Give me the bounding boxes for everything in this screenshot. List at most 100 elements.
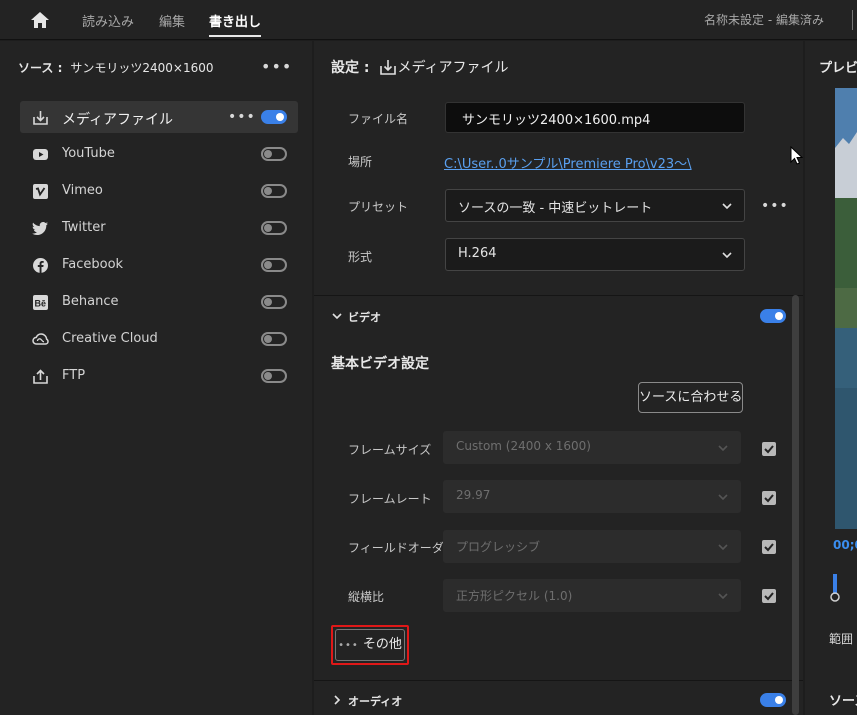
filename-input[interactable]: サンモリッツ2400×1600.mp4 bbox=[445, 102, 745, 133]
settings-header: 設定 : メディアファイル bbox=[331, 57, 509, 77]
preview-source-label: ソース bbox=[829, 694, 857, 709]
document-title: 名称未設定 - 編集済み bbox=[704, 13, 824, 27]
match-source-button[interactable]: ソースに合わせる bbox=[638, 382, 743, 413]
check-icon bbox=[764, 494, 774, 503]
toggle-youtube[interactable] bbox=[261, 147, 287, 161]
toggle-twitter[interactable] bbox=[261, 221, 287, 235]
chevron-down-icon bbox=[718, 445, 728, 452]
destination-behance[interactable]: Bē Behance bbox=[20, 286, 298, 318]
upload-icon bbox=[33, 369, 48, 384]
preview-timecode: 00;0 bbox=[833, 538, 857, 552]
check-icon bbox=[764, 445, 774, 454]
playhead-icon[interactable] bbox=[829, 574, 841, 604]
settings-panel: 設定 : メディアファイル ファイル名 サンモリッツ2400×1600.mp4 場… bbox=[314, 41, 803, 715]
toggle-vimeo[interactable] bbox=[261, 184, 287, 198]
field-order-value: プログレッシブ bbox=[456, 540, 541, 554]
download-icon bbox=[33, 111, 48, 125]
chevron-down-icon[interactable] bbox=[332, 311, 342, 321]
preset-value: ソースの一致 - 中速ビットレート bbox=[458, 201, 653, 216]
section-divider bbox=[314, 295, 803, 296]
filename-label: ファイル名 bbox=[348, 112, 409, 126]
ellipsis-icon: ••• bbox=[338, 640, 359, 651]
toggle-creative-cloud[interactable] bbox=[261, 332, 287, 346]
top-bar: 読み込み 編集 書き出し 名称未設定 - 編集済み bbox=[0, 0, 857, 40]
video-section-title[interactable]: ビデオ bbox=[348, 309, 381, 325]
more-settings-label: その他 bbox=[362, 637, 402, 652]
toggle-video[interactable] bbox=[760, 309, 786, 323]
destinations-panel: ソース : サンモリッツ2400×1600 ••• メディアファイル ••• Yo… bbox=[0, 41, 312, 715]
toggle-ftp[interactable] bbox=[261, 369, 287, 383]
source-name: サンモリッツ2400×1600 bbox=[70, 61, 214, 75]
preset-select[interactable]: ソースの一致 - 中速ビットレート bbox=[445, 189, 745, 222]
toggle-facebook[interactable] bbox=[261, 258, 287, 272]
destination-creative-cloud[interactable]: Creative Cloud bbox=[20, 323, 298, 355]
tab-import[interactable]: 読み込み bbox=[82, 11, 134, 37]
source-header: ソース : サンモリッツ2400×1600 bbox=[18, 59, 214, 76]
tab-edit[interactable]: 編集 bbox=[159, 11, 185, 37]
check-icon bbox=[764, 592, 774, 601]
facebook-icon bbox=[33, 258, 48, 273]
chevron-right-icon[interactable] bbox=[332, 695, 342, 705]
more-settings-button[interactable]: ••• その他 bbox=[335, 629, 405, 661]
preset-label: プリセット bbox=[348, 200, 409, 214]
aspect-ratio-value: 正方形ピクセル (1.0) bbox=[456, 589, 573, 603]
twitter-icon bbox=[32, 222, 48, 235]
frame-size-value: Custom (2400 x 1600) bbox=[456, 439, 591, 453]
frame-rate-value: 29.97 bbox=[456, 488, 491, 502]
destination-label: FTP bbox=[62, 368, 86, 383]
chevron-down-icon bbox=[718, 593, 728, 600]
destination-ftp[interactable]: FTP bbox=[20, 360, 298, 392]
frame-rate-label: フレームレート bbox=[348, 492, 432, 506]
preview-title: プレビュ bbox=[819, 61, 857, 76]
destination-more-icon[interactable]: ••• bbox=[228, 110, 256, 124]
destination-twitter[interactable]: Twitter bbox=[20, 212, 298, 244]
source-more-icon[interactable]: ••• bbox=[261, 59, 292, 75]
aspect-ratio-label: 縦横比 bbox=[348, 590, 385, 604]
tab-export[interactable]: 書き出し bbox=[209, 11, 262, 37]
destination-label: Creative Cloud bbox=[62, 331, 158, 346]
toggle-audio[interactable] bbox=[760, 693, 786, 707]
audio-section-title[interactable]: オーディオ bbox=[348, 693, 402, 709]
destination-vimeo[interactable]: Vimeo bbox=[20, 175, 298, 207]
chevron-down-icon bbox=[722, 203, 732, 210]
check-icon bbox=[764, 543, 774, 552]
aspect-ratio-select: 正方形ピクセル (1.0) bbox=[443, 579, 741, 612]
destination-label: Behance bbox=[62, 294, 119, 309]
aspect-ratio-checkbox[interactable] bbox=[762, 589, 776, 603]
format-label: 形式 bbox=[348, 250, 373, 264]
destination-facebook[interactable]: Facebook bbox=[20, 249, 298, 281]
destination-label: Facebook bbox=[62, 257, 124, 272]
creative-cloud-icon bbox=[32, 333, 49, 345]
svg-text:Bē: Bē bbox=[35, 299, 47, 309]
destination-media-file[interactable]: メディアファイル ••• bbox=[20, 101, 298, 133]
frame-size-checkbox[interactable] bbox=[762, 442, 776, 456]
frame-size-label: フレームサイズ bbox=[348, 443, 432, 457]
settings-scrollbar[interactable] bbox=[792, 295, 799, 715]
format-select[interactable]: H.264 bbox=[445, 238, 745, 271]
frame-size-select: Custom (2400 x 1600) bbox=[443, 431, 741, 464]
section-divider bbox=[314, 680, 803, 681]
frame-rate-checkbox[interactable] bbox=[762, 491, 776, 505]
chevron-down-icon bbox=[722, 252, 732, 259]
preset-more-icon[interactable]: ••• bbox=[761, 199, 789, 213]
settings-target: メディアファイル bbox=[397, 60, 509, 76]
frame-rate-select: 29.97 bbox=[443, 480, 741, 513]
field-order-label: フィールドオーダー bbox=[348, 541, 456, 555]
toggle-behance[interactable] bbox=[261, 295, 287, 309]
toggle-media-file[interactable] bbox=[261, 110, 287, 124]
youtube-icon bbox=[33, 149, 48, 160]
vimeo-icon bbox=[33, 184, 48, 199]
field-order-checkbox[interactable] bbox=[762, 540, 776, 554]
destination-youtube[interactable]: YouTube bbox=[20, 138, 298, 170]
mouse-cursor-icon bbox=[790, 146, 804, 165]
destination-label: Vimeo bbox=[62, 183, 103, 198]
location-link[interactable]: C:\User..0サンプル\Premiere Pro\v23～\ bbox=[444, 153, 692, 172]
format-value: H.264 bbox=[458, 246, 497, 261]
preview-range-label: 範囲 bbox=[829, 632, 854, 646]
preview-panel: プレビュ 00;0 範囲 ソース bbox=[805, 41, 857, 715]
destination-label: YouTube bbox=[62, 146, 115, 161]
home-icon[interactable] bbox=[30, 10, 50, 30]
field-order-select: プログレッシブ bbox=[443, 530, 741, 563]
destination-label: メディアファイル bbox=[62, 112, 174, 128]
location-label: 場所 bbox=[348, 155, 373, 169]
